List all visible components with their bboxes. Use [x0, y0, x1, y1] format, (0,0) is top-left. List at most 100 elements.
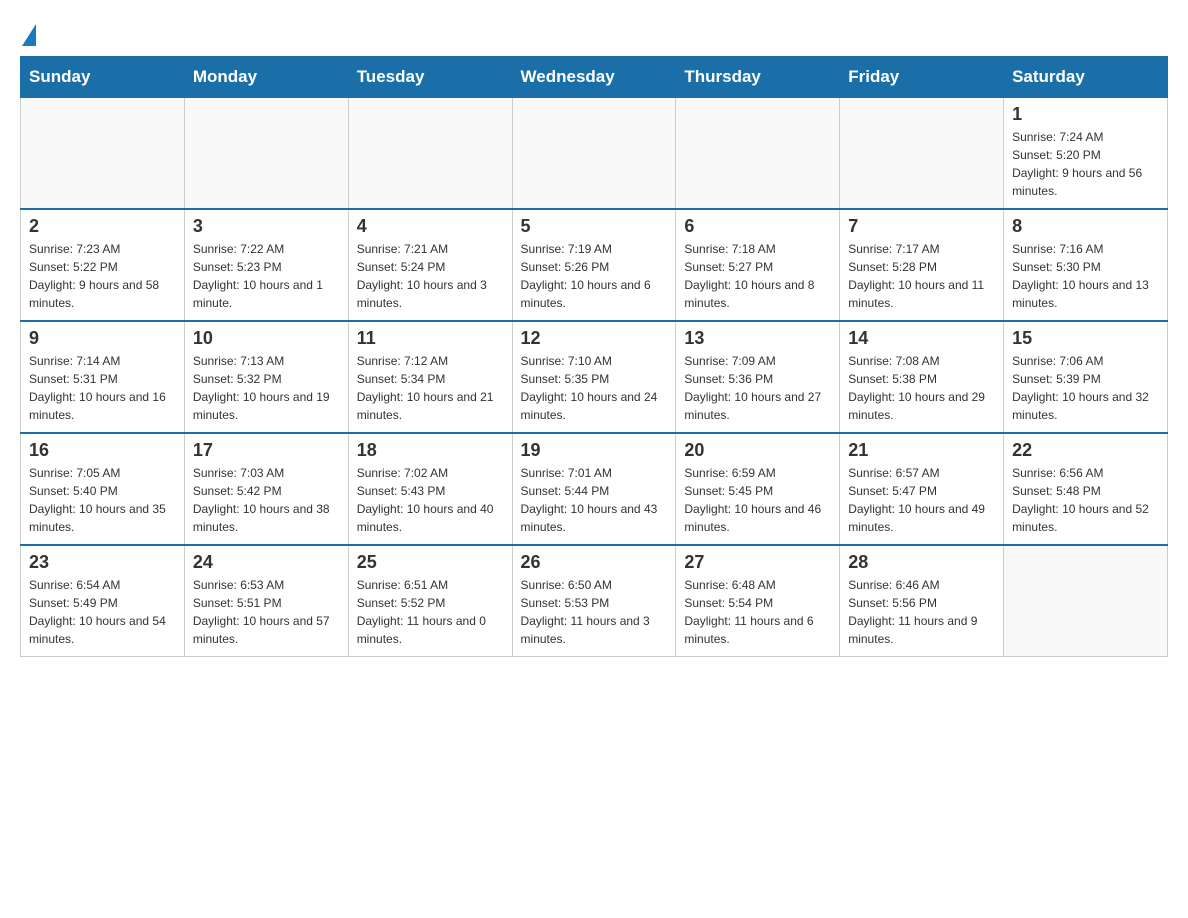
logo-triangle-icon: [22, 24, 36, 46]
day-number: 12: [521, 328, 668, 349]
day-info: Sunrise: 6:51 AM Sunset: 5:52 PM Dayligh…: [357, 576, 504, 648]
day-number: 15: [1012, 328, 1159, 349]
calendar-cell: 5Sunrise: 7:19 AM Sunset: 5:26 PM Daylig…: [512, 209, 676, 321]
day-info: Sunrise: 7:23 AM Sunset: 5:22 PM Dayligh…: [29, 240, 176, 312]
calendar-cell: [21, 98, 185, 210]
calendar-cell: 1 Sunrise: 7:24 AM Sunset: 5:20 PM Daylig…: [1004, 98, 1168, 210]
calendar-cell: 17Sunrise: 7:03 AM Sunset: 5:42 PM Dayli…: [184, 433, 348, 545]
calendar-body: 1 Sunrise: 7:24 AM Sunset: 5:20 PM Daylig…: [21, 98, 1168, 657]
calendar-cell: [348, 98, 512, 210]
day-number: 25: [357, 552, 504, 573]
day-number: 23: [29, 552, 176, 573]
calendar-cell: 10 Sunrise: 7:13 AM Sunset: 5:32 PM Dayli…: [184, 321, 348, 433]
calendar-cell: [1004, 545, 1168, 657]
day-info: Sunrise: 7:21 AM Sunset: 5:24 PM Dayligh…: [357, 240, 504, 312]
day-info: Sunrise: 6:54 AM Sunset: 5:49 PM Dayligh…: [29, 576, 176, 648]
day-info: Sunrise: 7:22 AM Sunset: 5:23 PM Dayligh…: [193, 240, 340, 312]
day-info: Sunrise: 7:12 AM Sunset: 5:34 PM Dayligh…: [357, 352, 504, 424]
day-number: 16: [29, 440, 176, 461]
header-wednesday: Wednesday: [512, 57, 676, 98]
day-info: Sunrise: 7:13 AM Sunset: 5:32 PM Dayligh…: [193, 352, 340, 424]
day-number: 13: [684, 328, 831, 349]
calendar-table: SundayMondayTuesdayWednesdayThursdayFrid…: [20, 56, 1168, 657]
day-info: Sunrise: 7:08 AM Sunset: 5:38 PM Dayligh…: [848, 352, 995, 424]
day-info: Sunrise: 7:02 AM Sunset: 5:43 PM Dayligh…: [357, 464, 504, 536]
day-number: 9: [29, 328, 176, 349]
day-info: Sunrise: 7:17 AM Sunset: 5:28 PM Dayligh…: [848, 240, 995, 312]
calendar-cell: [676, 98, 840, 210]
day-info: Sunrise: 6:50 AM Sunset: 5:53 PM Dayligh…: [521, 576, 668, 648]
calendar-cell: 24 Sunrise: 6:53 AM Sunset: 5:51 PM Dayli…: [184, 545, 348, 657]
calendar-cell: 13 Sunrise: 7:09 AM Sunset: 5:36 PM Dayli…: [676, 321, 840, 433]
day-info: Sunrise: 7:24 AM Sunset: 5:20 PM Dayligh…: [1012, 128, 1159, 200]
header-friday: Friday: [840, 57, 1004, 98]
day-number: 19: [521, 440, 668, 461]
calendar-cell: [184, 98, 348, 210]
calendar-cell: 2 Sunrise: 7:23 AM Sunset: 5:22 PM Daylig…: [21, 209, 185, 321]
day-info: Sunrise: 7:10 AM Sunset: 5:35 PM Dayligh…: [521, 352, 668, 424]
day-info: Sunrise: 7:18 AM Sunset: 5:27 PM Dayligh…: [684, 240, 831, 312]
page-header: [20, 20, 1168, 40]
day-info: Sunrise: 6:56 AM Sunset: 5:48 PM Dayligh…: [1012, 464, 1159, 536]
day-info: Sunrise: 7:09 AM Sunset: 5:36 PM Dayligh…: [684, 352, 831, 424]
header-tuesday: Tuesday: [348, 57, 512, 98]
calendar-cell: 26Sunrise: 6:50 AM Sunset: 5:53 PM Dayli…: [512, 545, 676, 657]
calendar-cell: 15 Sunrise: 7:06 AM Sunset: 5:39 PM Dayli…: [1004, 321, 1168, 433]
day-info: Sunrise: 6:46 AM Sunset: 5:56 PM Dayligh…: [848, 576, 995, 648]
day-info: Sunrise: 7:14 AM Sunset: 5:31 PM Dayligh…: [29, 352, 176, 424]
day-info: Sunrise: 6:59 AM Sunset: 5:45 PM Dayligh…: [684, 464, 831, 536]
calendar-cell: 6 Sunrise: 7:18 AM Sunset: 5:27 PM Daylig…: [676, 209, 840, 321]
day-number: 27: [684, 552, 831, 573]
day-info: Sunrise: 6:48 AM Sunset: 5:54 PM Dayligh…: [684, 576, 831, 648]
day-info: Sunrise: 7:16 AM Sunset: 5:30 PM Dayligh…: [1012, 240, 1159, 312]
calendar-cell: 12 Sunrise: 7:10 AM Sunset: 5:35 PM Dayli…: [512, 321, 676, 433]
day-number: 14: [848, 328, 995, 349]
week-row-5: 23 Sunrise: 6:54 AM Sunset: 5:49 PM Dayli…: [21, 545, 1168, 657]
calendar-cell: 7 Sunrise: 7:17 AM Sunset: 5:28 PM Daylig…: [840, 209, 1004, 321]
logo: [20, 20, 36, 40]
day-number: 18: [357, 440, 504, 461]
calendar-header: SundayMondayTuesdayWednesdayThursdayFrid…: [21, 57, 1168, 98]
calendar-cell: 16 Sunrise: 7:05 AM Sunset: 5:40 PM Dayli…: [21, 433, 185, 545]
calendar-cell: 22 Sunrise: 6:56 AM Sunset: 5:48 PM Dayli…: [1004, 433, 1168, 545]
header-thursday: Thursday: [676, 57, 840, 98]
day-number: 2: [29, 216, 176, 237]
calendar-cell: [840, 98, 1004, 210]
week-row-2: 2 Sunrise: 7:23 AM Sunset: 5:22 PM Daylig…: [21, 209, 1168, 321]
header-saturday: Saturday: [1004, 57, 1168, 98]
day-number: 21: [848, 440, 995, 461]
day-number: 22: [1012, 440, 1159, 461]
day-info: Sunrise: 6:53 AM Sunset: 5:51 PM Dayligh…: [193, 576, 340, 648]
calendar-cell: 23 Sunrise: 6:54 AM Sunset: 5:49 PM Dayli…: [21, 545, 185, 657]
week-row-4: 16 Sunrise: 7:05 AM Sunset: 5:40 PM Dayli…: [21, 433, 1168, 545]
day-number: 28: [848, 552, 995, 573]
header-row: SundayMondayTuesdayWednesdayThursdayFrid…: [21, 57, 1168, 98]
header-monday: Monday: [184, 57, 348, 98]
day-info: Sunrise: 6:57 AM Sunset: 5:47 PM Dayligh…: [848, 464, 995, 536]
calendar-cell: 18 Sunrise: 7:02 AM Sunset: 5:43 PM Dayli…: [348, 433, 512, 545]
calendar-cell: 11 Sunrise: 7:12 AM Sunset: 5:34 PM Dayli…: [348, 321, 512, 433]
day-number: 11: [357, 328, 504, 349]
day-number: 24: [193, 552, 340, 573]
calendar-cell: 8 Sunrise: 7:16 AM Sunset: 5:30 PM Daylig…: [1004, 209, 1168, 321]
calendar-cell: 25 Sunrise: 6:51 AM Sunset: 5:52 PM Dayli…: [348, 545, 512, 657]
day-info: Sunrise: 7:01 AM Sunset: 5:44 PM Dayligh…: [521, 464, 668, 536]
calendar-cell: 27 Sunrise: 6:48 AM Sunset: 5:54 PM Dayli…: [676, 545, 840, 657]
calendar-cell: 28 Sunrise: 6:46 AM Sunset: 5:56 PM Dayli…: [840, 545, 1004, 657]
day-number: 1: [1012, 104, 1159, 125]
calendar-cell: 19 Sunrise: 7:01 AM Sunset: 5:44 PM Dayli…: [512, 433, 676, 545]
header-sunday: Sunday: [21, 57, 185, 98]
day-number: 10: [193, 328, 340, 349]
day-number: 8: [1012, 216, 1159, 237]
calendar-cell: 20 Sunrise: 6:59 AM Sunset: 5:45 PM Dayli…: [676, 433, 840, 545]
day-info: Sunrise: 7:06 AM Sunset: 5:39 PM Dayligh…: [1012, 352, 1159, 424]
day-number: 3: [193, 216, 340, 237]
day-number: 5: [521, 216, 668, 237]
day-number: 20: [684, 440, 831, 461]
day-number: 17: [193, 440, 340, 461]
calendar-cell: 4Sunrise: 7:21 AM Sunset: 5:24 PM Daylig…: [348, 209, 512, 321]
day-info: Sunrise: 7:05 AM Sunset: 5:40 PM Dayligh…: [29, 464, 176, 536]
day-number: 7: [848, 216, 995, 237]
day-number: 6: [684, 216, 831, 237]
calendar-cell: 9 Sunrise: 7:14 AM Sunset: 5:31 PM Daylig…: [21, 321, 185, 433]
